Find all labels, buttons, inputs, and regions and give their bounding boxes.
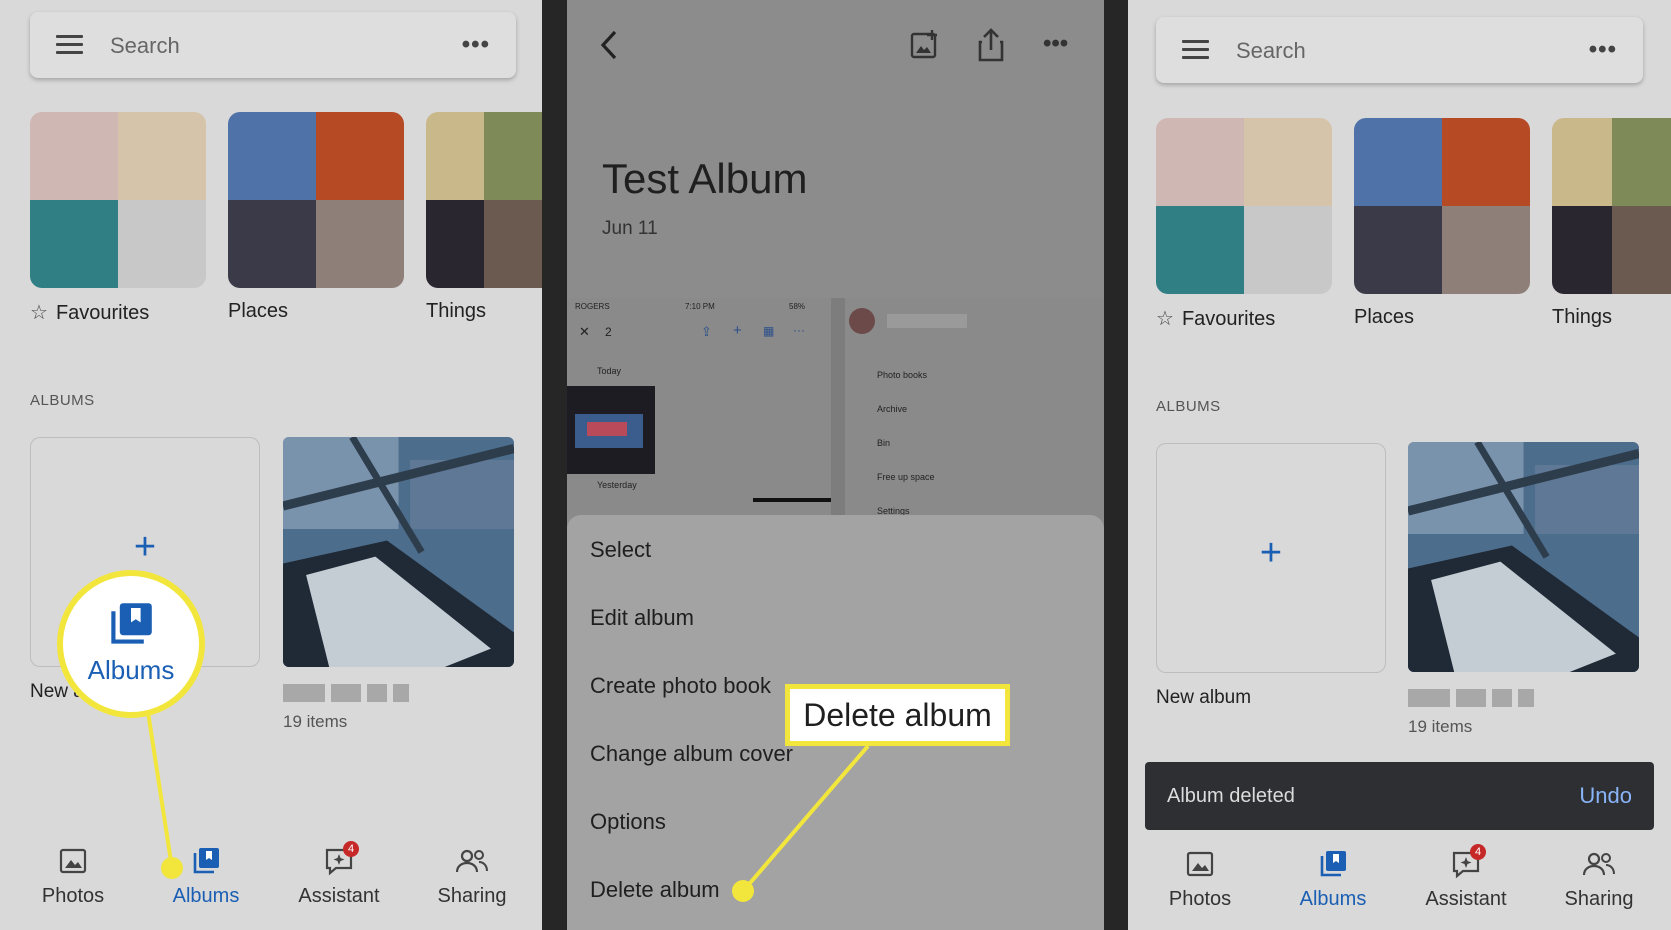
- favourites-thumbnail[interactable]: [1156, 118, 1332, 294]
- things-thumbnail[interactable]: [1552, 118, 1671, 294]
- assistant-icon: 4: [1406, 844, 1526, 882]
- albums-section-title: ALBUMS: [1156, 398, 1221, 415]
- star-icon: ☆: [1156, 308, 1174, 330]
- snackbar-message: Album deleted: [1167, 785, 1295, 807]
- album-item-count: 19 items: [1408, 717, 1473, 736]
- albums-icon: [1273, 846, 1393, 882]
- places-thumbnail[interactable]: [1354, 118, 1530, 294]
- nav-assistant[interactable]: 4 Assistant: [1406, 844, 1526, 911]
- more-options-icon[interactable]: •••: [1589, 36, 1617, 64]
- album-deleted-snackbar: Album deleted Undo: [1145, 762, 1654, 830]
- plus-icon: +: [1259, 532, 1283, 574]
- albums-screen-after: Search ••• ☆ Favourites Places Things ALB…: [1128, 0, 1671, 930]
- nav-albums[interactable]: Albums: [1273, 846, 1393, 911]
- things-label[interactable]: Things: [1552, 306, 1612, 329]
- new-album-card[interactable]: +: [1156, 443, 1386, 673]
- tutorial-composite: Search ••• ☆ Favourites Places Things ALB…: [0, 0, 1671, 930]
- people-icon: [1539, 846, 1659, 882]
- new-album-label[interactable]: New album: [1156, 687, 1251, 709]
- photo-icon: [1140, 846, 1260, 882]
- delete-album-callout: Delete album: [785, 684, 1010, 746]
- search-placeholder[interactable]: Search: [1236, 38, 1306, 64]
- favourites-label[interactable]: ☆ Favourites: [1156, 306, 1275, 331]
- nav-sharing[interactable]: Sharing: [1539, 846, 1659, 911]
- search-bar[interactable]: Search •••: [1156, 17, 1643, 83]
- delete-callout-dot: [732, 880, 754, 902]
- bottom-navigation: Photos Albums 4 Assistant Sharing: [1128, 844, 1671, 930]
- nav-photos[interactable]: Photos: [1140, 846, 1260, 911]
- places-label[interactable]: Places: [1354, 306, 1414, 329]
- notification-badge: 4: [1470, 844, 1486, 860]
- undo-button[interactable]: Undo: [1579, 783, 1632, 809]
- album-cover[interactable]: [1408, 442, 1639, 672]
- album-name-blurred: [1408, 689, 1534, 707]
- menu-icon[interactable]: [1182, 40, 1209, 60]
